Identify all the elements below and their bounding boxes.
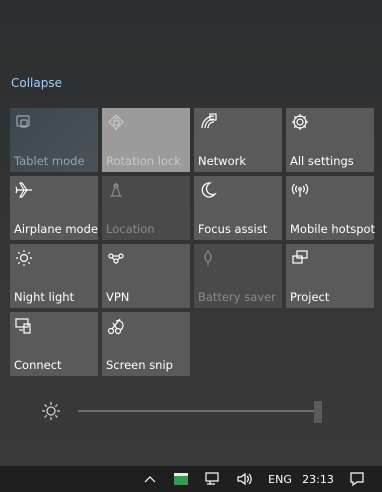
tile-rotation-lock[interactable]: Rotation lock (102, 108, 190, 172)
tile-all-settings[interactable]: All settings (286, 108, 374, 172)
tile-label: Night light (14, 290, 75, 304)
taskbar: ENG 23:13 (0, 466, 382, 492)
tile-project[interactable]: Project (286, 244, 374, 308)
brightness-slider[interactable] (38, 398, 338, 424)
action-center-panel: Collapse Tablet mode Rotation lock Netwo… (0, 0, 382, 466)
tile-label: Screen snip (106, 358, 173, 372)
notification-icon[interactable] (344, 466, 370, 492)
tile-label: VPN (106, 290, 130, 304)
tile-focus-assist[interactable]: Focus assist (194, 176, 282, 240)
tile-battery-saver[interactable]: Battery saver (194, 244, 282, 308)
tile-airplane-mode[interactable]: Airplane mode (10, 176, 98, 240)
battery-saver-icon (198, 248, 218, 268)
gear-icon (290, 112, 310, 132)
collapse-link[interactable]: Collapse (11, 76, 62, 90)
project-icon (290, 248, 310, 268)
tile-label: Tablet mode (14, 154, 85, 168)
tile-label: Location (106, 222, 155, 236)
airplane-icon (14, 180, 34, 200)
tile-label: Battery saver (198, 290, 276, 304)
chevron-up-icon[interactable] (140, 466, 160, 492)
brightness-icon (40, 400, 62, 422)
location-icon (106, 180, 126, 200)
night-light-icon (14, 248, 34, 268)
tile-label: All settings (290, 154, 354, 168)
tile-label: Network (198, 154, 247, 168)
tile-location[interactable]: Location (102, 176, 190, 240)
tile-label: Mobile hotspot (290, 222, 376, 236)
moon-icon (198, 180, 218, 200)
network-icon (198, 112, 218, 132)
tile-screen-snip[interactable]: Screen snip (102, 312, 190, 376)
tablet-mode-icon (14, 112, 34, 132)
tile-label: Airplane mode (14, 222, 98, 236)
tile-label: Rotation lock (106, 154, 181, 168)
rotation-lock-icon (106, 112, 126, 132)
volume-icon[interactable] (234, 466, 256, 492)
tile-label: Project (290, 290, 330, 304)
hotspot-icon (290, 180, 310, 200)
tile-connect[interactable]: Connect (10, 312, 98, 376)
network-icon[interactable] (202, 466, 224, 492)
app-tray-icon[interactable] (170, 466, 192, 492)
tile-tablet-mode[interactable]: Tablet mode (10, 108, 98, 172)
language-indicator[interactable]: ENG (264, 466, 296, 492)
tile-label: Focus assist (198, 222, 268, 236)
clock[interactable]: 23:13 (300, 466, 336, 492)
tile-network[interactable]: Network (194, 108, 282, 172)
tile-vpn[interactable]: VPN (102, 244, 190, 308)
tile-night-light[interactable]: Night light (10, 244, 98, 308)
tile-mobile-hotspot[interactable]: Mobile hotspot (286, 176, 376, 240)
connect-icon (14, 316, 34, 336)
tile-label: Connect (14, 358, 62, 372)
brightness-thumb[interactable] (314, 401, 322, 423)
screen-snip-icon (106, 316, 126, 336)
brightness-track[interactable] (78, 410, 322, 412)
vpn-icon (106, 248, 126, 268)
